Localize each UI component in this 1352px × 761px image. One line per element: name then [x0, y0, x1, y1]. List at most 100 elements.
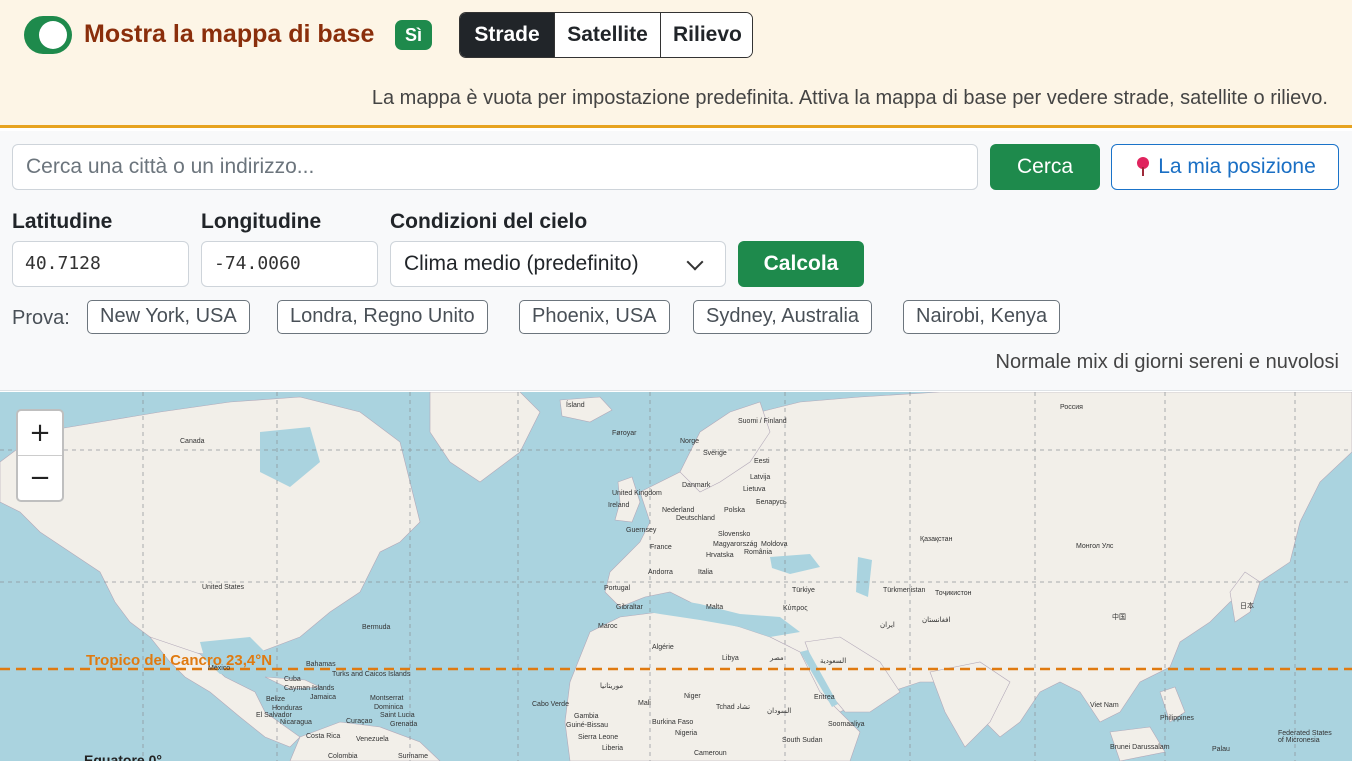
map-label: Brunei Darussalam [1110, 744, 1170, 751]
map-label: Malta [706, 604, 724, 611]
map-label: Dominica [374, 704, 404, 711]
map-label: Italia [698, 569, 713, 576]
map-label: ایران [880, 622, 895, 629]
preset-sydney[interactable]: Sydney, Australia [693, 300, 873, 334]
presets-label: Prova: [12, 307, 70, 329]
map-label: Portugal [604, 585, 631, 592]
map-label: Россия [1060, 404, 1083, 411]
map-label: Danmark [682, 482, 711, 489]
controls-panel: Cerca La mia posizione Latitudine Longit… [0, 131, 1352, 391]
preset-phoenix[interactable]: Phoenix, USA [519, 300, 670, 334]
map-label: Lietuva [743, 486, 766, 493]
map-label: Nederland [662, 507, 695, 514]
map-label: Norge [680, 438, 700, 445]
map-label: مصر [770, 655, 784, 662]
map-label: Slovensko [718, 531, 751, 538]
layer-option-rilievo[interactable]: Rilievo [660, 13, 752, 57]
map-label: Curaçao [346, 718, 373, 725]
map-label: Deutschland [676, 515, 715, 522]
map-label: Philippines [1160, 715, 1194, 722]
sky-conditions-note: Normale mix di giorni sereni e nuvolosi [995, 351, 1339, 373]
map-label: Nigeria [675, 730, 698, 737]
map-label: Maroc [598, 623, 618, 630]
map-label: السعودية [820, 658, 847, 665]
preset-london[interactable]: Londra, Regno Unito [277, 300, 488, 334]
map-label: Тоҷикистон [935, 590, 972, 597]
preset-new-york[interactable]: New York, USA [87, 300, 250, 334]
basemap-toggle[interactable] [24, 16, 72, 54]
map-label: موريتانيا [600, 683, 624, 690]
map-label: Føroyar [612, 430, 637, 437]
map-label: Federated States of Micronesia [1278, 730, 1332, 744]
longitude-label: Longitudine [201, 210, 322, 233]
longitude-input[interactable]: -74.0060 [201, 241, 378, 287]
equator-label: Equatore 0° [84, 752, 162, 761]
sky-conditions-value: Clima medio (predefinito) [404, 252, 639, 275]
my-location-label: La mia posizione [1158, 155, 1316, 178]
zoom-out-button[interactable]: − [18, 456, 62, 500]
landmass-greenland [429, 392, 541, 483]
zoom-control: + − [16, 409, 64, 502]
map-label: Mali [638, 700, 651, 707]
map-label: Saint Lucia [380, 712, 415, 719]
search-input[interactable] [12, 144, 978, 190]
map-label: Andorra [648, 569, 673, 576]
map-label: Polska [724, 507, 746, 514]
tropic-of-cancer-label: Tropico del Cancro 23,4°N [86, 652, 273, 669]
map-label: Türkiye [792, 587, 815, 594]
map-label: Belize [266, 696, 286, 703]
latitude-input[interactable]: 40.7128 [12, 241, 189, 287]
map-label: Jamaica [310, 694, 337, 701]
map-label: Eesti [754, 458, 770, 465]
map-label: Canada [180, 438, 205, 445]
sky-conditions-select[interactable]: Clima medio (predefinito) [390, 241, 726, 287]
my-location-button[interactable]: La mia posizione [1111, 144, 1339, 190]
map-label: Niger [684, 693, 701, 700]
chevron-down-icon [686, 253, 704, 271]
map-label: Liberia [602, 745, 624, 752]
map-label: Türkmenistan [883, 587, 926, 594]
basemap-status-badge: Sì [395, 20, 433, 50]
map-label: Bahamas [306, 661, 336, 668]
map-label: Ísland [566, 402, 585, 409]
map-label: Suomi / Finland [738, 418, 787, 425]
map-label: Colombia [328, 753, 358, 760]
map-label: Viet Nam [1090, 702, 1119, 709]
map-label: Palau [1212, 746, 1230, 753]
map-label: Grenada [390, 721, 418, 728]
map-label: Moldova [761, 541, 788, 548]
map-label: السودان [767, 708, 792, 715]
sky-conditions-label: Condizioni del cielo [390, 210, 588, 233]
map-label: United States [202, 584, 245, 591]
map-label: Eritrea [814, 694, 835, 701]
map-label: Guiné-Bissau [566, 722, 609, 729]
map-label: افغانستان [922, 617, 951, 624]
search-button[interactable]: Cerca [990, 144, 1100, 190]
map-label: Tchad تشاد [716, 704, 751, 711]
map-label: France [650, 544, 672, 551]
map-label: Turks and Caicos Islands [332, 671, 411, 678]
map-label: Gambia [574, 713, 599, 720]
map-label: Ireland [608, 502, 630, 509]
zoom-in-button[interactable]: + [18, 411, 62, 456]
map-label: Magyarország [713, 541, 758, 548]
landmass-uk [614, 476, 641, 523]
layer-option-satellite[interactable]: Satellite [554, 13, 660, 57]
map-label: Gibraltar [616, 604, 643, 611]
calculate-button[interactable]: Calcola [738, 241, 864, 287]
map-label: Sierra Leone [578, 734, 619, 741]
layer-option-strade[interactable]: Strade [460, 13, 554, 57]
map-label: România [744, 549, 773, 556]
map-label: Soomaaliya [828, 721, 865, 728]
map-label: Монгол Улс [1076, 543, 1114, 550]
basemap-title: Mostra la mappa di base [84, 20, 375, 48]
map-label: United Kingdom [612, 490, 662, 497]
latitude-label: Latitudine [12, 210, 113, 233]
map-canvas [0, 392, 1352, 761]
map-label: Cayman Islands [284, 685, 335, 692]
map-label: Algérie [652, 644, 674, 651]
map-label: Nicaragua [280, 719, 312, 726]
world-map[interactable]: Ísland Canada Føroyar Suomi / Finland Ро… [0, 392, 1352, 761]
toggle-knob [39, 21, 67, 49]
preset-nairobi[interactable]: Nairobi, Kenya [903, 300, 1061, 334]
